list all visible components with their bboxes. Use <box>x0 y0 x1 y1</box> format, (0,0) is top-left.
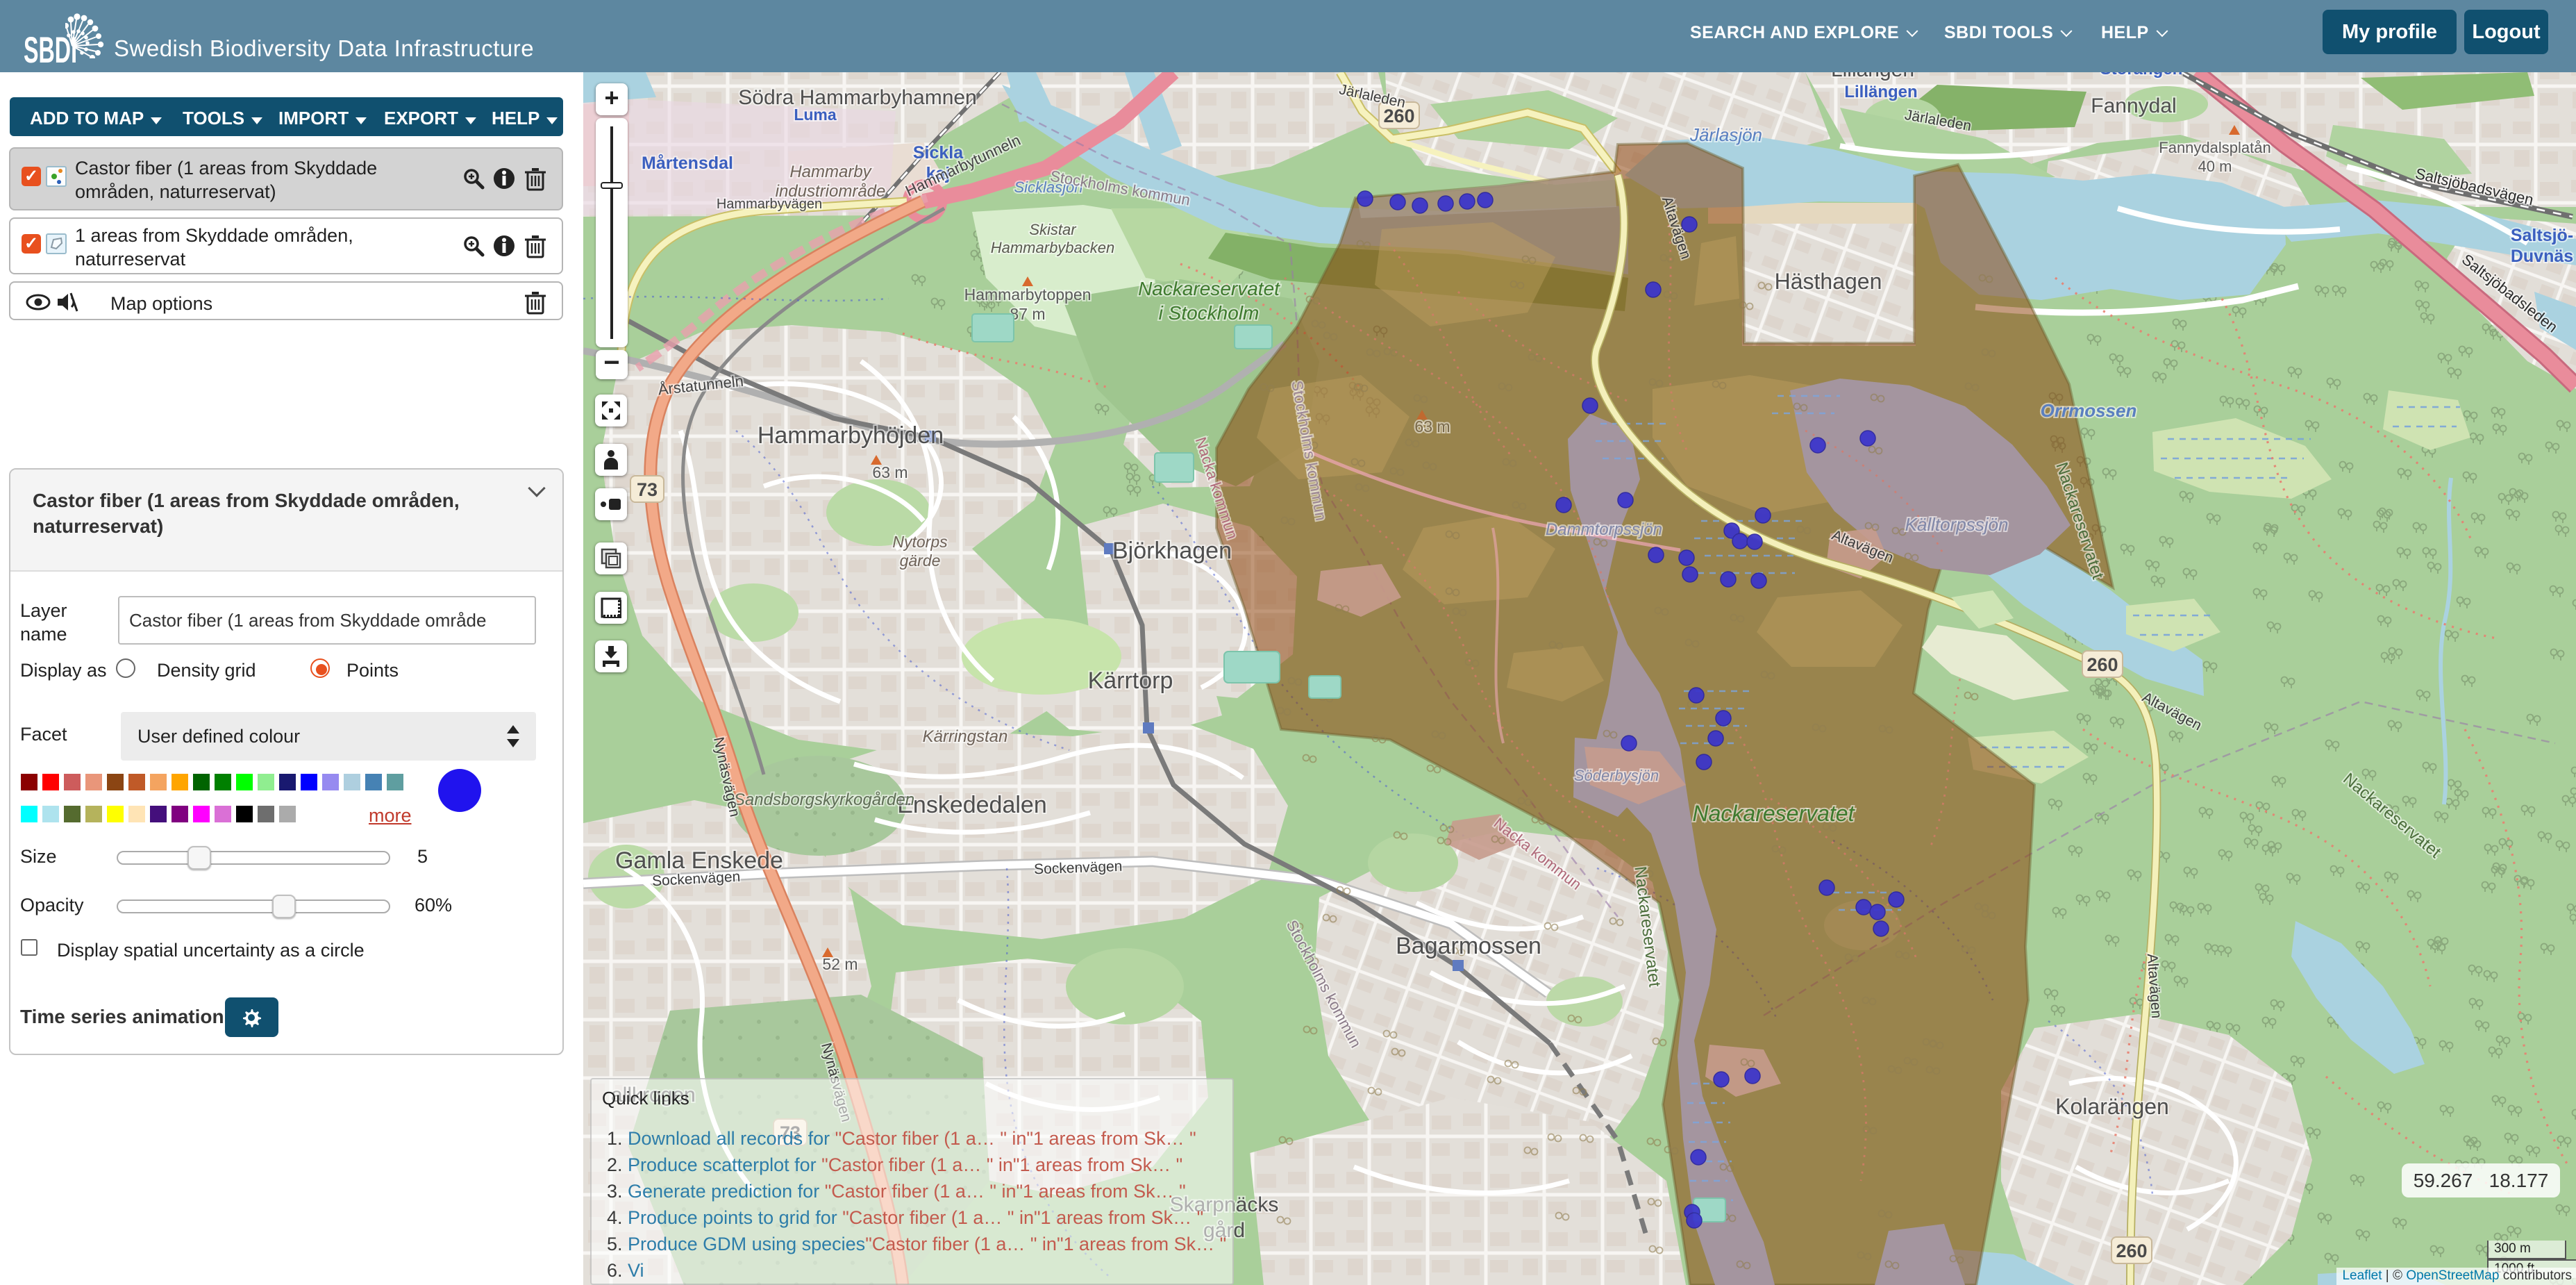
svg-text:Sockenvägen: Sockenvägen <box>1034 859 1123 877</box>
svg-text:Söderbysjön: Söderbysjön <box>1574 767 1659 784</box>
svg-text:Saltsjö-: Saltsjö- <box>2511 226 2573 245</box>
svg-text:Enskededalen: Enskededalen <box>897 792 1047 818</box>
svg-text:87 m: 87 m <box>1010 305 1045 323</box>
svg-text:Nytorps: Nytorps <box>892 533 948 551</box>
svg-text:40 m: 40 m <box>2198 158 2232 175</box>
svg-text:Fannydalsplatån: Fannydalsplatån <box>2159 139 2270 156</box>
svg-text:Mårtensdal: Mårtensdal <box>642 154 733 173</box>
svg-text:Hammarby: Hammarby <box>789 163 872 181</box>
svg-text:Orrmossen: Orrmossen <box>2041 400 2137 421</box>
svg-text:Kolarängen: Kolarängen <box>2055 1094 2169 1119</box>
svg-text:63 m: 63 m <box>872 463 908 481</box>
svg-text:Nackareservatet: Nackareservatet <box>1693 801 1855 826</box>
svg-text:Sandsborgskyrkogården: Sandsborgskyrkogården <box>734 790 914 809</box>
svg-text:Kärrtorp: Kärrtorp <box>1088 668 1173 694</box>
svg-text:Lillängen: Lillängen <box>1844 83 1917 101</box>
svg-text:Björkhagen: Björkhagen <box>1112 538 1232 564</box>
svg-text:Järlasjön: Järlasjön <box>1689 124 1762 145</box>
svg-text:Bagarmossen: Bagarmossen <box>1396 933 1541 959</box>
svg-text:260: 260 <box>2086 654 2118 675</box>
svg-text:i Stockholm: i Stockholm <box>1159 302 1260 324</box>
svg-text:52 m: 52 m <box>822 955 858 973</box>
svg-text:Hammarbybacken: Hammarbybacken <box>991 239 1115 256</box>
svg-text:Fannydal: Fannydal <box>2091 94 2176 117</box>
svg-text:Luma: Luma <box>794 106 837 124</box>
svg-text:Nackareservatet: Nackareservatet <box>1138 278 1280 299</box>
svg-text:Hammarbyvägen: Hammarbyvägen <box>717 197 822 212</box>
svg-text:Hästhagen: Hästhagen <box>1775 269 1882 294</box>
svg-text:Dammtorpssjön: Dammtorpssjön <box>1546 520 1662 539</box>
svg-text:Hammarbytoppen: Hammarbytoppen <box>964 285 1092 304</box>
svg-text:gärde: gärde <box>900 552 941 570</box>
svg-text:Kärringstan: Kärringstan <box>923 727 1008 746</box>
svg-text:73: 73 <box>637 479 658 500</box>
svg-text:Skistar: Skistar <box>1029 221 1077 238</box>
svg-text:Duvnäs: Duvnäs <box>2511 247 2573 266</box>
svg-text:Storängen: Storängen <box>2100 72 2183 78</box>
svg-text:63 m: 63 m <box>1414 417 1450 436</box>
svg-text:260: 260 <box>2116 1241 2147 1261</box>
svg-text:Hammarbyhöjden: Hammarbyhöjden <box>758 422 944 449</box>
svg-text:Gamla Enskede: Gamla Enskede <box>615 847 783 874</box>
svg-text:Källtorpssjön: Källtorpssjön <box>1905 514 2009 535</box>
svg-text:Lillängen: Lillängen <box>1831 72 1914 81</box>
svg-text:Södra Hammarbyhamnen: Södra Hammarbyhamnen <box>738 86 977 109</box>
